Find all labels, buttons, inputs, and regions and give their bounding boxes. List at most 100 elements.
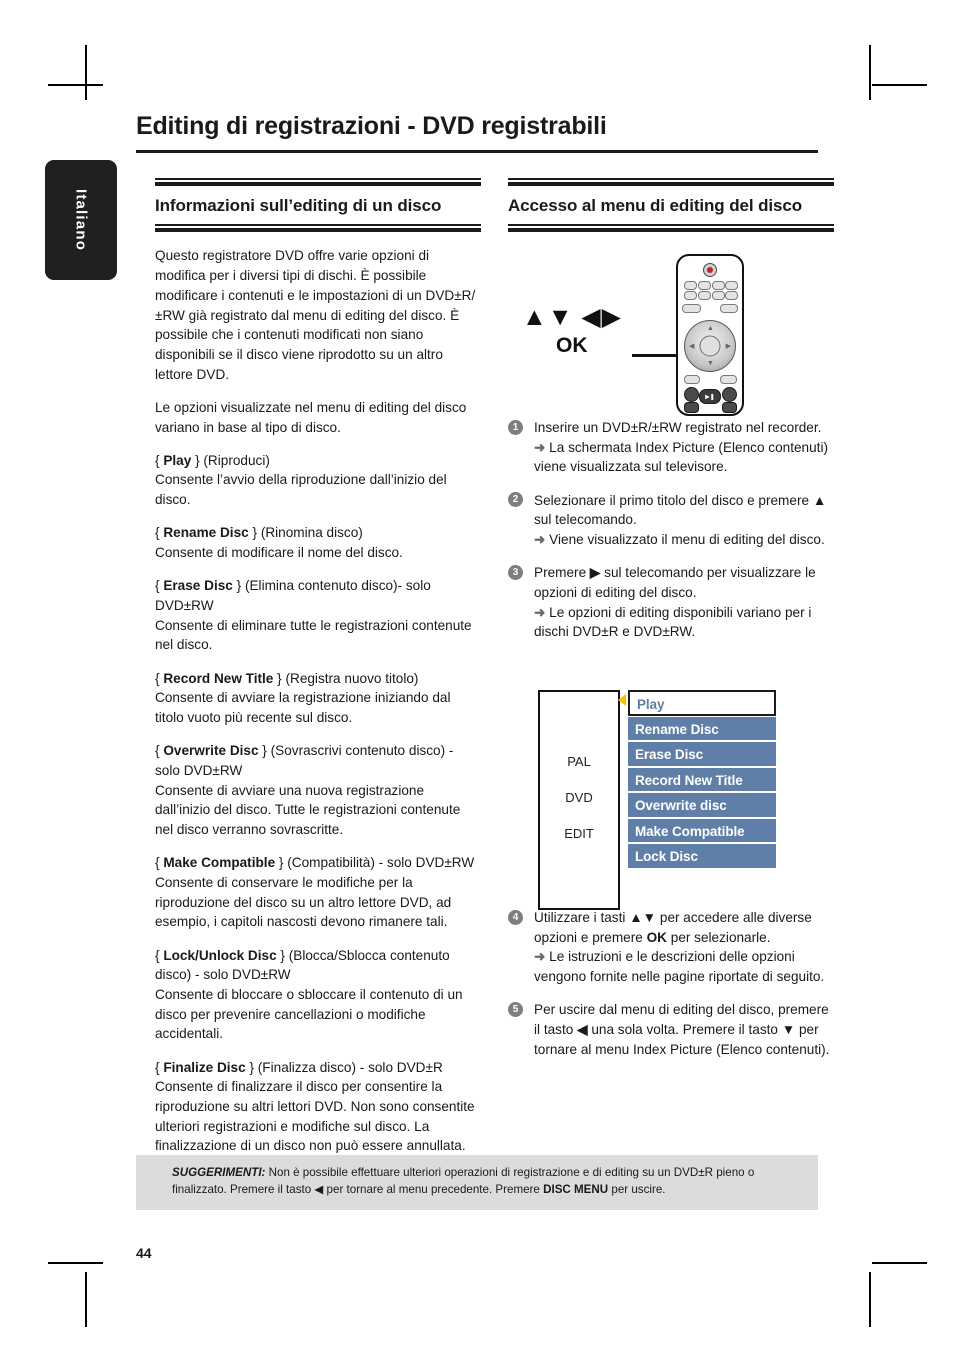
option-name: Play [163, 452, 192, 468]
tips-text-3: per uscire. [608, 1182, 666, 1196]
step-text: Per uscire dal menu di editing del disco… [534, 1002, 829, 1056]
section-rule-top-right [508, 178, 834, 186]
option-name: Lock/Unlock Disc [163, 947, 277, 963]
remote-button-ff [722, 402, 737, 413]
step-main-text-end: per selezionarle. [666, 929, 771, 945]
tips-label: SUGGERIMENTI: [172, 1166, 266, 1179]
section-rule-bottom-right [508, 224, 834, 233]
menu-item-rename-disc[interactable]: Rename Disc [628, 715, 776, 741]
menu-item-label: Make Compatible [635, 823, 745, 839]
nav-down-icon: ▼ [707, 360, 714, 367]
option-close-brace: } [258, 743, 271, 759]
disc-option-item: { Record New Title } (Registra nuovo tit… [155, 669, 481, 728]
step-item: 1 Inserire un DVD±R/±RW registrato nel re… [508, 418, 834, 477]
section-rule-top [155, 178, 481, 186]
section-rule-bottom [155, 224, 481, 233]
left-body-text: Questo registratore DVD offre varie opzi… [155, 246, 481, 1156]
crop-mark-bottom-left-vertical [85, 1272, 87, 1327]
menu-item-lock-disc[interactable]: Lock Disc [628, 843, 776, 869]
page-number: 44 [136, 1245, 152, 1261]
steps-list-2: 4 Utilizzare i tasti ▲▼ per accedere all… [508, 908, 834, 1073]
crop-mark-top-left-vertical [85, 45, 87, 100]
intro-paragraph-2: Le opzioni visualizzate nel menu di edit… [155, 399, 467, 435]
step-result-line: ➜ La schermata Index Picture (Elenco con… [534, 438, 834, 477]
menu-item-record-new-title[interactable]: Record New Title [628, 766, 776, 792]
status-line-dvd: DVD [565, 790, 593, 805]
option-translation: (Compatibilità) - solo DVD±RW [287, 855, 475, 871]
option-close-brace: } [191, 452, 204, 468]
disc-edit-menu-diagram: PAL DVD EDIT Play Rename Disc Erase Disc Re… [538, 690, 796, 910]
remote-button [712, 291, 725, 300]
remote-body: ▲ ▼ ◀ ▶ [676, 254, 744, 416]
tips-box: SUGGERIMENTI: Non è possibile effettuare… [136, 1155, 818, 1210]
ok-button-label: OK [556, 334, 588, 357]
remote-button [684, 291, 697, 300]
option-description: Consente di bloccare o sbloccare il cont… [155, 986, 463, 1042]
menu-item-label: Erase Disc [635, 747, 704, 762]
menu-item-make-compatible[interactable]: Make Compatible [628, 817, 776, 843]
option-name: Erase Disc [163, 578, 233, 594]
step-result-text: La schermata Index Picture (Elenco conte… [534, 439, 828, 475]
remote-button-rew [684, 402, 699, 413]
status-line-pal: PAL [567, 754, 591, 769]
menu-items-list: Play Rename Disc Erase Disc Record New Titl… [628, 690, 776, 869]
remote-button [684, 281, 697, 290]
tips-back-key-icon: ◀ [314, 1182, 324, 1196]
menu-item-label: Rename Disc [635, 721, 719, 737]
crop-mark-bottom-right-vertical [869, 1272, 871, 1327]
step-main-text-mid: una sola volta. Premere il tasto [587, 1022, 782, 1038]
steps-list-1: 1 Inserire un DVD±R/±RW registrato nel re… [508, 418, 834, 656]
step-text: Inserire un DVD±R/±RW registrato nel rec… [534, 420, 821, 435]
crop-mark-bottom-right-horizontal [872, 1262, 927, 1264]
navigation-pad: ▲ ▼ ◀ ▶ [684, 320, 736, 372]
option-description: Consente di conservare le modifiche per … [155, 874, 452, 930]
disc-option-item: { Erase Disc } (Elimina contenuto disco)… [155, 576, 481, 655]
step-main-text: Utilizzare i tasti [534, 910, 630, 925]
step-number-badge: 4 [508, 909, 523, 925]
language-tab: Italiano [45, 160, 117, 280]
option-description: Consente l’avvio della riproduzione dall… [155, 472, 447, 508]
menu-item-label: Overwrite disc [635, 798, 727, 813]
option-name: Record New Title [163, 670, 274, 686]
step-number-badge: 1 [508, 419, 523, 435]
option-close-brace: } [273, 670, 286, 686]
disc-option-item: { Play } (Riproduci) Consente l’avvio del… [155, 451, 481, 510]
step-item: 5 Per uscire dal menu di editing del disc… [508, 1000, 834, 1059]
remote-button [712, 281, 725, 290]
option-close-brace: } [276, 947, 289, 963]
menu-item-play[interactable]: Play [628, 690, 776, 716]
step-key-icon: ◀ [577, 1022, 588, 1038]
remote-button-setup [720, 304, 738, 313]
remote-button-display [720, 375, 737, 384]
option-description: Consente di modificare il nome del disco… [155, 545, 403, 561]
disc-status-box: PAL DVD EDIT [538, 690, 620, 910]
option-name: Finalize Disc [163, 1059, 246, 1075]
step-result-text: Le opzioni di editing disponibili varian… [534, 604, 812, 640]
step-key-icon: ▶ [589, 565, 601, 581]
remote-button-prev [684, 387, 699, 402]
step-result-text: Viene visualizzato il menu di editing de… [549, 532, 825, 548]
remote-button [725, 291, 738, 300]
step-number-badge: 2 [508, 492, 523, 508]
remote-button-back [684, 375, 700, 384]
menu-item-erase-disc[interactable]: Erase Disc [628, 741, 776, 767]
menu-item-overwrite-disc[interactable]: Overwrite disc [628, 792, 776, 818]
step-result-line: ➜ Le istruzioni e le descrizioni delle o… [534, 947, 834, 986]
option-translation: (Registra nuovo titolo) [285, 670, 419, 686]
remote-button-system-menu [682, 304, 701, 313]
result-arrow-icon: ➜ [534, 532, 550, 548]
step-key-icon: ▲ [812, 492, 827, 508]
navigation-arrows-glyph: ▲▼ ◀▶ [522, 303, 622, 331]
step-result-text: Le istruzioni e le descrizioni delle opz… [534, 949, 825, 985]
option-name: Make Compatible [163, 855, 276, 871]
step-key-icon-2: ▼ [781, 1022, 796, 1038]
right-column: Accesso al menu di editing del disco [508, 178, 834, 233]
option-translation: (Finalizza disco) - solo DVD±R [257, 1059, 443, 1075]
crop-mark-top-left-horizontal [48, 84, 103, 86]
step-key-icon-2: OK [646, 929, 667, 945]
step-text: Selezionare il primo titolo del disco e … [534, 493, 826, 528]
right-section-heading: Accesso al menu di editing del disco [508, 196, 802, 215]
step-main-text: Inserire un DVD±R/±RW registrato nel rec… [534, 420, 822, 435]
status-line-edit: EDIT [564, 826, 594, 841]
intro-paragraph-1: Questo registratore DVD offre varie opzi… [155, 248, 476, 382]
